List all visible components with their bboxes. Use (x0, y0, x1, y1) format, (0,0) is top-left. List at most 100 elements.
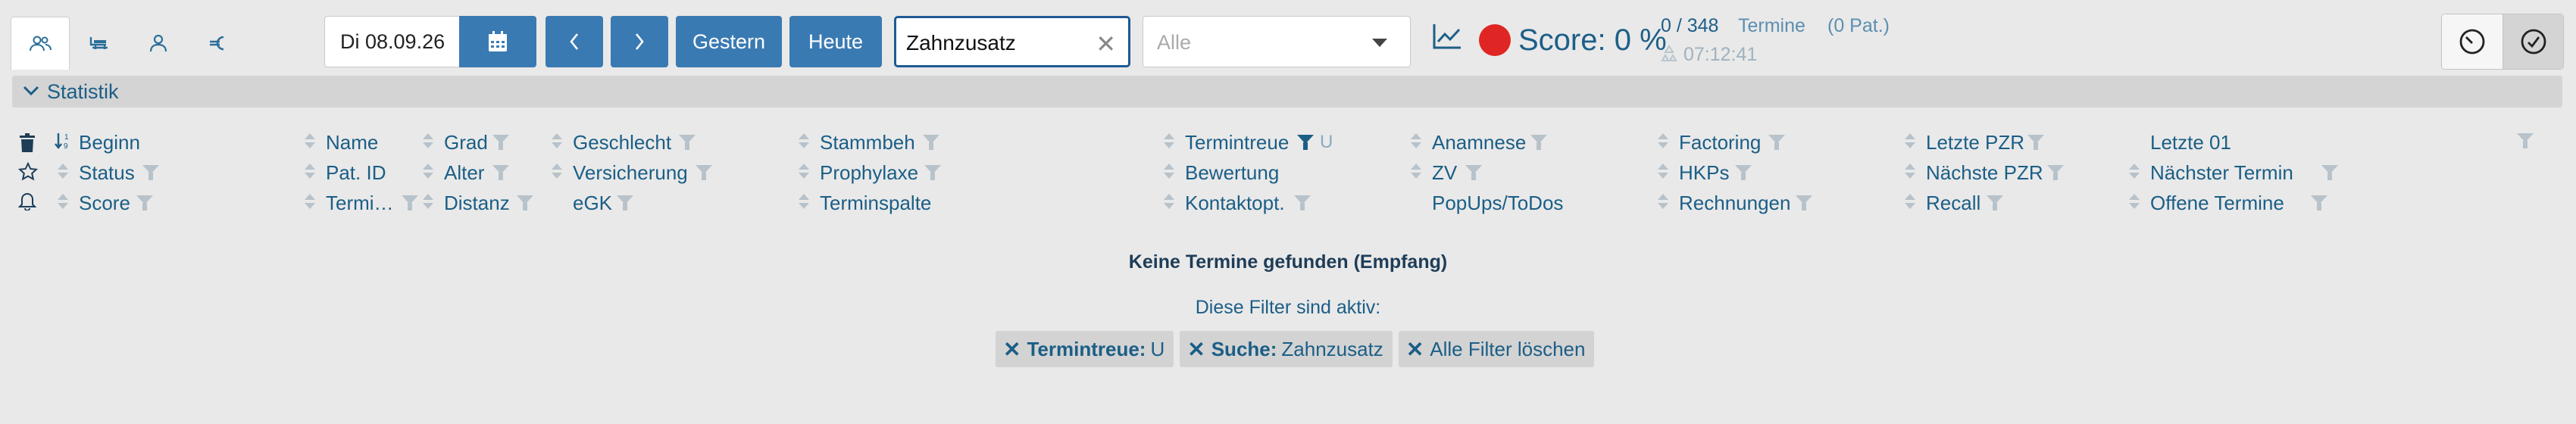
col-status[interactable]: Status (79, 161, 135, 185)
col-recall[interactable]: Recall (1926, 192, 1980, 215)
col-zv[interactable]: ZV (1432, 161, 1457, 185)
col-factoring[interactable]: Factoring (1679, 131, 1761, 154)
clear-search-icon[interactable]: ✕ (1096, 30, 1116, 58)
filter-icon[interactable] (136, 195, 153, 210)
filter-icon[interactable] (1294, 195, 1311, 210)
filter-icon[interactable] (1796, 195, 1812, 210)
sort-icon[interactable] (305, 194, 315, 210)
col-naechster-termin[interactable]: Nächster Termin (2150, 161, 2293, 185)
remove-filter-icon[interactable]: ✕ (1406, 337, 1424, 362)
bell-icon[interactable] (18, 191, 36, 210)
filter-icon[interactable] (402, 195, 418, 210)
col-alter[interactable]: Alter (444, 161, 484, 185)
tab-chair[interactable] (70, 17, 129, 70)
sort-icon[interactable] (1164, 164, 1174, 180)
clear-all-filters-chip[interactable]: ✕ Alle Filter löschen (1398, 331, 1595, 367)
col-versicherung[interactable]: Versicherung (573, 161, 688, 185)
col-offene-termine[interactable]: Offene Termine (2150, 192, 2284, 215)
star-icon[interactable] (18, 162, 38, 182)
sort-icon[interactable] (799, 133, 809, 150)
trash-icon[interactable] (18, 133, 36, 153)
filter-icon[interactable] (1465, 165, 1482, 180)
col-termi[interactable]: Termi… (326, 192, 394, 215)
filter-active-icon[interactable] (1297, 135, 1314, 150)
col-grad[interactable]: Grad (444, 131, 488, 154)
sort-icon[interactable] (1411, 133, 1421, 150)
col-anamnese[interactable]: Anamnese (1432, 131, 1526, 154)
sort-icon[interactable] (552, 133, 562, 150)
sort-icon[interactable] (58, 164, 68, 180)
prev-day-button[interactable] (546, 16, 603, 67)
sort-icon[interactable] (799, 194, 809, 210)
date-input[interactable]: Di 08.09.26 (324, 16, 459, 67)
filter-icon[interactable] (2517, 133, 2534, 148)
line-chart-icon[interactable] (1432, 23, 1462, 50)
filter-icon[interactable] (2321, 165, 2338, 180)
filter-chip-termintreue[interactable]: ✕ Termintreue: U (996, 331, 1174, 367)
sort-icon[interactable] (552, 164, 562, 180)
heute-button[interactable]: Heute (789, 16, 882, 67)
filter-icon[interactable] (923, 135, 939, 150)
col-naechste-pzr[interactable]: Nächste PZR (1926, 161, 2043, 185)
tab-euro[interactable] (188, 17, 247, 70)
sort-icon[interactable] (1658, 194, 1668, 210)
sort-icon[interactable] (305, 164, 315, 180)
filter-icon[interactable] (2311, 195, 2327, 210)
sort-icon[interactable] (423, 133, 433, 150)
sort-icon[interactable] (1658, 164, 1668, 180)
next-day-button[interactable] (611, 16, 668, 67)
sort-desc-icon[interactable]: 19 (55, 132, 74, 150)
sort-icon[interactable] (423, 164, 433, 180)
sort-icon[interactable] (799, 164, 809, 180)
filter-icon[interactable] (1768, 135, 1785, 150)
toggle-left-button[interactable] (2442, 14, 2503, 69)
filter-icon[interactable] (492, 165, 509, 180)
gestern-button[interactable]: Gestern (676, 16, 782, 67)
col-letzte-01[interactable]: Letzte 01 (2150, 131, 2231, 154)
sort-icon[interactable] (1658, 133, 1668, 150)
col-terminspalte[interactable]: Terminspalte (820, 192, 931, 215)
filter-icon[interactable] (617, 195, 633, 210)
filter-icon[interactable] (492, 135, 509, 150)
sort-icon[interactable] (2129, 194, 2140, 210)
filter-select[interactable]: Alle (1143, 16, 1411, 67)
remove-filter-icon[interactable]: ✕ (1187, 337, 1205, 362)
col-score[interactable]: Score (79, 192, 130, 215)
sort-icon[interactable] (1905, 194, 1915, 210)
col-popups[interactable]: PopUps/ToDos (1432, 192, 1563, 215)
filter-icon[interactable] (1987, 195, 2003, 210)
filter-icon[interactable] (924, 165, 941, 180)
sort-icon[interactable] (1164, 133, 1174, 150)
filter-icon[interactable] (517, 195, 533, 210)
col-distanz[interactable]: Distanz (444, 192, 510, 215)
sort-icon[interactable] (1905, 164, 1915, 180)
statistik-panel-header[interactable]: Statistik (12, 76, 2562, 108)
col-rechnungen[interactable]: Rechnungen (1679, 192, 1790, 215)
remove-filter-icon[interactable]: ✕ (1003, 337, 1021, 362)
toggle-right-button[interactable] (2503, 14, 2563, 69)
filter-icon[interactable] (1735, 165, 1752, 180)
col-egk[interactable]: eGK (573, 192, 612, 215)
tab-people[interactable] (11, 17, 70, 70)
sort-icon[interactable] (58, 194, 68, 210)
col-termintreue[interactable]: Termintreue (1185, 131, 1289, 154)
sort-icon[interactable] (1164, 194, 1174, 210)
search-input[interactable]: Zahnzusatz ✕ (894, 16, 1130, 67)
filter-icon[interactable] (142, 165, 159, 180)
col-bewertung[interactable]: Bewertung (1185, 161, 1279, 185)
filter-icon[interactable] (2047, 165, 2064, 180)
tab-person[interactable] (129, 17, 188, 70)
sort-icon[interactable] (1905, 133, 1915, 150)
filter-chip-suche[interactable]: ✕ Suche: Zahnzusatz (1180, 331, 1393, 367)
filter-icon[interactable] (696, 165, 712, 180)
sort-icon[interactable] (2129, 164, 2140, 180)
col-prophylaxe[interactable]: Prophylaxe (820, 161, 918, 185)
calendar-button[interactable] (459, 16, 536, 67)
col-beginn[interactable]: Beginn (79, 131, 140, 154)
filter-icon[interactable] (679, 135, 696, 150)
filter-icon[interactable] (1530, 135, 1547, 150)
col-name[interactable]: Name (326, 131, 378, 154)
sort-icon[interactable] (1411, 164, 1421, 180)
col-pat-id[interactable]: Pat. ID (326, 161, 386, 185)
col-letzte-pzr[interactable]: Letzte PZR (1926, 131, 2024, 154)
